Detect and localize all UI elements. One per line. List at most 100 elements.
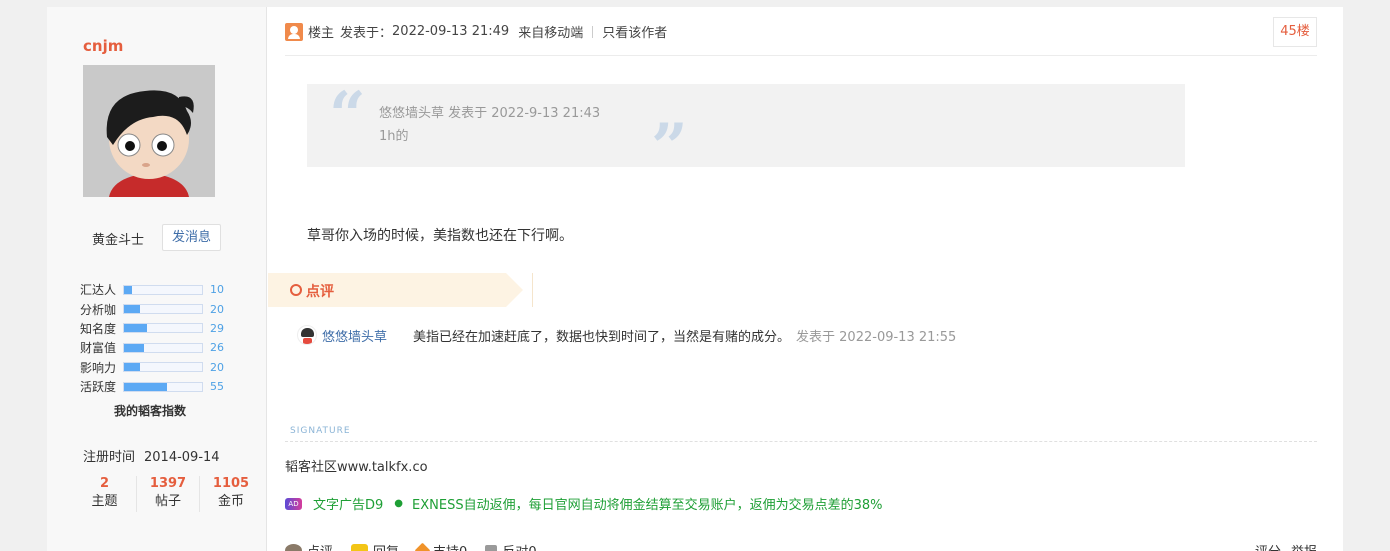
stat-bar (123, 381, 203, 392)
action-label: 回复 (373, 541, 399, 551)
support-icon (414, 542, 431, 551)
post-body: 草哥你入场的时候，美指数也还在下行啊。 (307, 228, 573, 244)
count-threads[interactable]: 2 主题 (73, 476, 136, 512)
ad-badge-icon: AD (285, 497, 302, 510)
oppose-button[interactable]: 反对0 (485, 541, 537, 551)
stat-label: 知名度 (80, 321, 117, 336)
signature-text: 韬客社区www.talkfx.co (285, 460, 428, 475)
post-actions-right: 评分 举报 (1255, 541, 1317, 551)
post-header: 楼主 发表于： 2022-09-13 21:49 来自移动端 只看该作者 (285, 22, 667, 41)
stat-bar (123, 362, 203, 373)
ad-bullet: ● (394, 498, 404, 509)
stat-label: 影响力 (80, 360, 117, 375)
post-actions: 点评 回复 支持0 反对0 (285, 541, 555, 551)
author-sidebar: cnjm 黄金斗士 发消息 汇达人 10 分析咖 20 知名度 29 财富值 2… (47, 7, 267, 551)
action-label: 支持0 (433, 541, 467, 551)
stat-bar (123, 323, 203, 334)
reply-icon (351, 544, 369, 551)
stat-bar-fill (124, 305, 140, 314)
avatar[interactable] (83, 65, 215, 197)
stat-row: 分析咖 20 (80, 299, 230, 318)
register-label: 注册时间 (83, 450, 136, 465)
stat-bar-fill (124, 343, 145, 352)
count-label: 主题 (91, 494, 118, 509)
stat-bar (123, 342, 203, 353)
stat-value: 10 (210, 283, 224, 297)
floor-number[interactable]: 45楼 (1273, 17, 1317, 47)
report-link[interactable]: 举报 (1291, 541, 1317, 551)
stat-value: 26 (210, 341, 224, 355)
stat-bar-fill (124, 363, 140, 372)
comment-button[interactable]: 点评 (285, 541, 333, 551)
text-ad: AD 文字广告D9 ● EXNESS自动返佣，每日官网自动将佣金结算至交易账户，… (285, 494, 883, 513)
stat-value: 55 (210, 380, 224, 394)
quote-text: 1h的 (379, 129, 409, 144)
send-message-button[interactable]: 发消息 (162, 224, 221, 251)
stat-bar-fill (124, 324, 147, 333)
count-label: 帖子 (154, 494, 181, 509)
support-button[interactable]: 支持0 (414, 541, 467, 551)
comment-section-title: 点评 (306, 284, 334, 300)
header-divider-line (285, 55, 1317, 56)
count-label: 金币 (217, 494, 244, 509)
circle-icon (290, 284, 302, 296)
header-divider (592, 25, 594, 38)
commenter-name[interactable]: 悠悠墙头草 (322, 326, 387, 345)
count-number: 1397 (149, 476, 187, 491)
stat-value: 20 (210, 360, 224, 374)
stats-list: 汇达人 10 分析咖 20 知名度 29 财富值 26 影响力 20 活跃度 5… (80, 280, 230, 396)
stat-row: 汇达人 10 (80, 280, 230, 299)
post-role: 楼主 (308, 26, 335, 41)
stat-label: 活跃度 (80, 380, 117, 395)
action-label: 反对0 (502, 541, 536, 551)
stat-value: 20 (210, 302, 224, 316)
stat-row: 知名度 29 (80, 319, 230, 338)
stat-row: 财富值 26 (80, 338, 230, 357)
stats-title-link[interactable]: 我的韬客指数 (114, 402, 186, 419)
comment-time: 发表于 2022-09-13 21:55 (796, 329, 957, 345)
register-date: 2014-09-14 (144, 450, 220, 465)
only-author-link[interactable]: 只看该作者 (602, 22, 667, 41)
quote-open-icon: “ (329, 78, 366, 153)
count-coins[interactable]: 1105 金币 (199, 476, 262, 512)
quote-author: 悠悠墙头草 发表于 2022-9-13 21:43 (379, 106, 601, 121)
comment-section-tab: 点评 (268, 273, 523, 307)
signature-label: SIGNATURE (290, 426, 351, 436)
stat-value: 29 (210, 321, 224, 335)
stat-row: 影响力 20 (80, 358, 230, 377)
oppose-icon (485, 544, 498, 551)
host-icon (285, 22, 303, 41)
stat-bar-fill (124, 382, 167, 391)
comment-tab-divider (532, 273, 533, 307)
count-posts[interactable]: 1397 帖子 (136, 476, 199, 512)
quote-block: “ ” 悠悠墙头草 发表于 2022-9-13 21:43 1h的 (307, 78, 1185, 180)
stat-bar-fill (124, 285, 132, 294)
count-number: 1105 (212, 476, 250, 491)
stat-row: 活跃度 55 (80, 377, 230, 396)
count-number: 2 (99, 476, 110, 491)
ad-title-link[interactable]: 文字广告D9 (313, 494, 383, 513)
rate-link[interactable]: 评分 (1255, 541, 1281, 551)
comment-icon (285, 544, 302, 551)
stat-bar (123, 304, 203, 315)
action-label: 点评 (307, 541, 333, 551)
post-container: cnjm 黄金斗士 发消息 汇达人 10 分析咖 20 知名度 29 财富值 2… (47, 7, 1343, 551)
posted-prefix: 发表于： (340, 26, 393, 41)
quote-close-icon: ” (651, 110, 688, 185)
reply-button[interactable]: 回复 (351, 541, 399, 551)
commenter-avatar-icon[interactable] (297, 325, 317, 345)
stat-label: 汇达人 (80, 283, 117, 298)
post-main: 楼主 发表于： 2022-09-13 21:49 来自移动端 只看该作者 45楼… (268, 7, 1343, 551)
posted-time: 2022-09-13 21:49 (392, 24, 510, 39)
user-rank: 黄金斗士 (92, 233, 145, 248)
comment-text: 美指已经在加速赶底了，数据也快到时间了，当然是有赌的成分。 (413, 329, 791, 345)
stat-label: 财富值 (80, 341, 117, 356)
stat-label: 分析咖 (80, 302, 117, 317)
comment-item: 悠悠墙头草 美指已经在加速赶底了，数据也快到时间了，当然是有赌的成分。 发表于 … (297, 325, 956, 345)
signature-divider (285, 441, 1317, 442)
avatar-image (83, 65, 215, 197)
stat-bar (123, 284, 203, 295)
author-username[interactable]: cnjm (83, 37, 123, 55)
register-info: 注册时间 2014-09-14 (83, 446, 220, 465)
ad-text-link[interactable]: EXNESS自动返佣，每日官网自动将佣金结算至交易账户，返佣为交易点差的38% (412, 494, 882, 513)
